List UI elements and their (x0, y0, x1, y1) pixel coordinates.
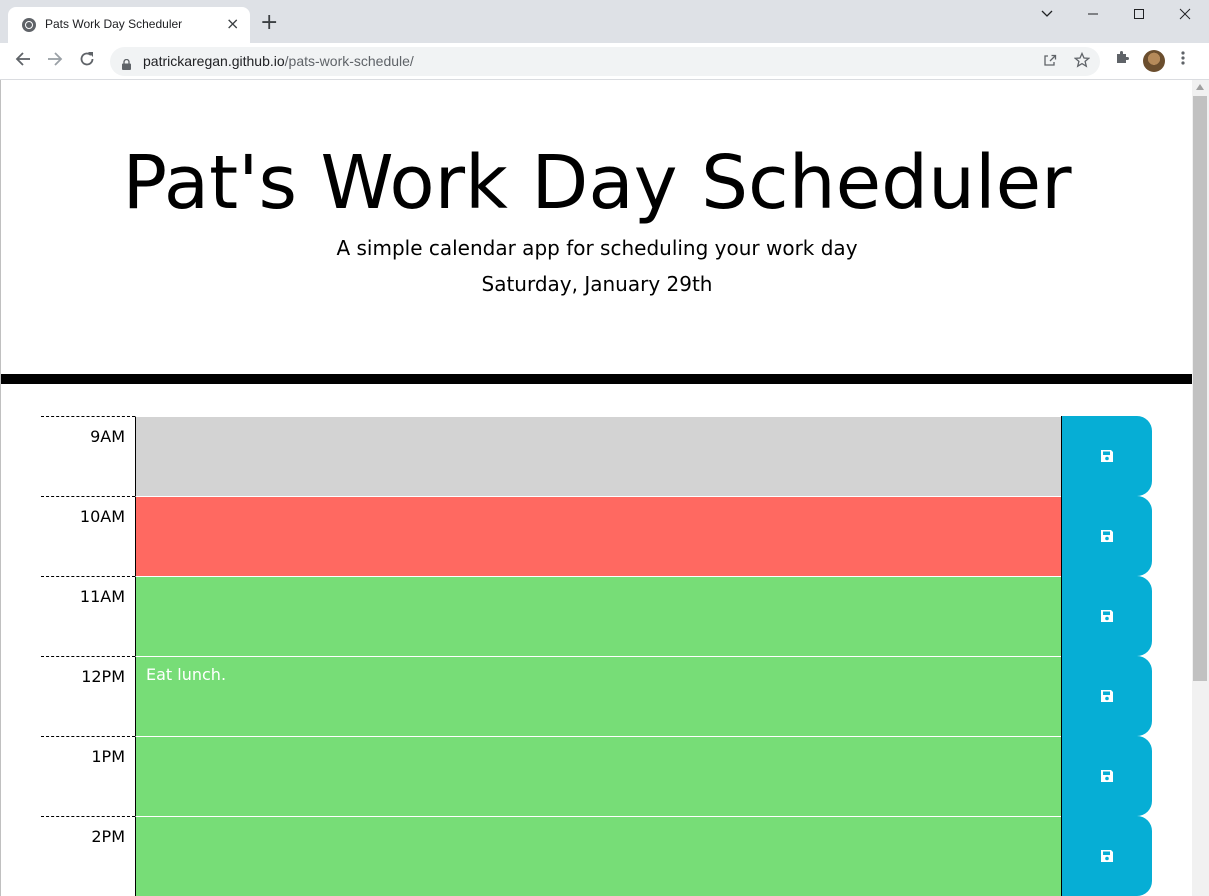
browser-tab[interactable]: Pats Work Day Scheduler × (8, 7, 250, 43)
time-block-row: 2PM (41, 816, 1152, 896)
save-button[interactable] (1061, 736, 1152, 816)
event-textarea[interactable] (135, 576, 1061, 656)
save-icon (1101, 770, 1113, 782)
avatar[interactable] (1143, 50, 1165, 72)
save-icon (1101, 850, 1113, 862)
save-button[interactable] (1061, 496, 1152, 576)
save-button[interactable] (1061, 816, 1152, 896)
hour-label: 9AM (41, 416, 135, 496)
hour-label: 1PM (41, 736, 135, 816)
schedule: 9AM 10AM 11AM 12PM Eat lunch. 1PM 2PM (41, 416, 1152, 896)
hour-label: 2PM (41, 816, 135, 896)
page-title: Pat's Work Day Scheduler (122, 140, 1072, 226)
save-button[interactable] (1061, 576, 1152, 656)
event-textarea[interactable] (135, 816, 1061, 896)
browser-toolbar: patrickaregan.github.io/pats-work-schedu… (0, 43, 1209, 80)
new-tab-button[interactable]: + (260, 12, 278, 34)
back-icon[interactable] (14, 50, 32, 73)
header-divider (1, 374, 1192, 384)
reload-icon[interactable] (78, 50, 96, 73)
event-textarea[interactable]: Eat lunch. (135, 656, 1061, 736)
forward-icon[interactable] (46, 50, 64, 73)
time-block-row: 10AM (41, 496, 1152, 576)
time-block-row: 1PM (41, 736, 1152, 816)
event-textarea[interactable] (135, 496, 1061, 576)
time-block-row: 11AM (41, 576, 1152, 656)
page-viewport: Pat's Work Day Scheduler A simple calend… (0, 80, 1192, 896)
tab-close-icon[interactable]: × (226, 15, 239, 33)
share-icon[interactable] (1042, 52, 1058, 72)
save-button[interactable] (1061, 656, 1152, 736)
time-block-row: 9AM (41, 416, 1152, 496)
url-path: /pats-work-schedule/ (284, 53, 414, 69)
url-host: patrickaregan.github.io (143, 53, 285, 69)
hour-label: 12PM (41, 656, 135, 736)
current-day: Saturday, January 29th (481, 272, 713, 296)
hour-label: 10AM (41, 496, 135, 576)
save-icon (1101, 610, 1113, 622)
scroll-thumb[interactable] (1193, 96, 1207, 681)
hour-label: 11AM (41, 576, 135, 656)
tab-bar: Pats Work Day Scheduler × + (0, 0, 1209, 43)
tab-search-icon[interactable] (1040, 6, 1054, 25)
globe-icon (22, 18, 36, 32)
minimize-icon[interactable] (1087, 6, 1099, 25)
save-button[interactable] (1061, 416, 1152, 496)
scroll-up-icon[interactable] (1196, 84, 1204, 90)
close-icon[interactable] (1179, 6, 1191, 25)
extensions-icon[interactable] (1114, 49, 1130, 69)
page-subtitle: A simple calendar app for scheduling you… (336, 236, 858, 260)
save-icon (1101, 530, 1113, 542)
address-bar[interactable]: patrickaregan.github.io/pats-work-schedu… (110, 47, 1100, 76)
lock-icon[interactable] (122, 55, 131, 70)
jumbotron: Pat's Work Day Scheduler A simple calend… (1, 80, 1192, 374)
time-block-row: 12PM Eat lunch. (41, 656, 1152, 736)
event-textarea[interactable] (135, 736, 1061, 816)
save-icon (1101, 450, 1113, 462)
maximize-icon[interactable] (1133, 6, 1145, 25)
save-icon (1101, 690, 1113, 702)
url-text: patrickaregan.github.io/pats-work-schedu… (143, 53, 414, 69)
tab-title: Pats Work Day Scheduler (45, 17, 183, 31)
event-textarea[interactable] (135, 416, 1061, 496)
menu-icon[interactable] (1180, 49, 1186, 71)
star-icon[interactable] (1073, 51, 1091, 72)
